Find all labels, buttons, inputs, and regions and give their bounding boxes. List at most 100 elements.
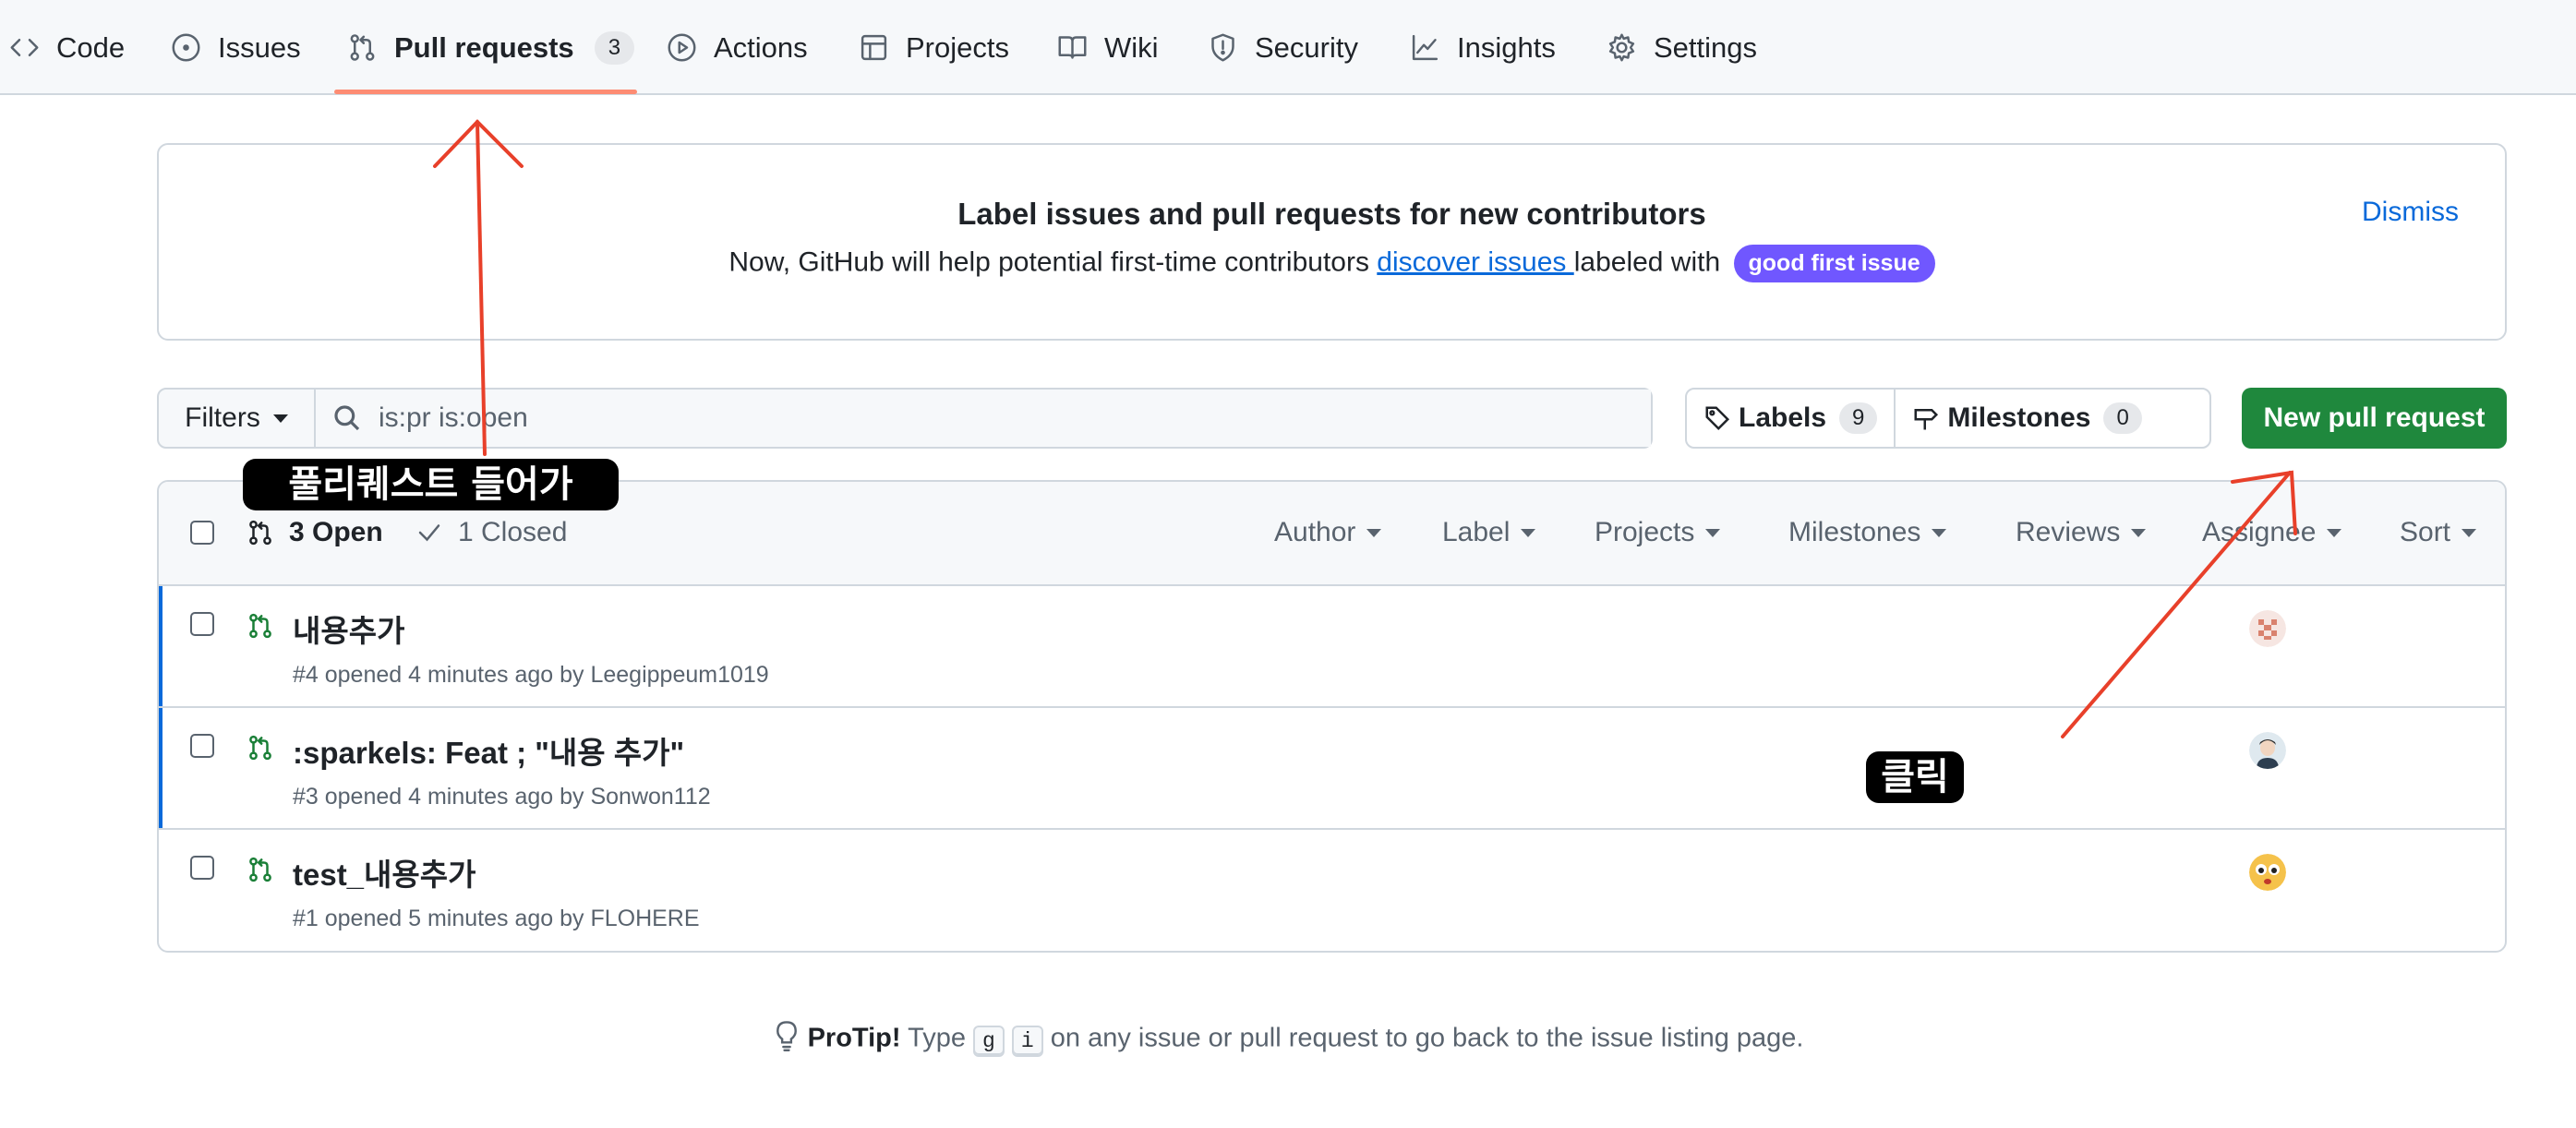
- row-checkbox[interactable]: [190, 734, 214, 758]
- protip-text-before: Type: [900, 1023, 974, 1053]
- sort-filter[interactable]: Sort: [2400, 517, 2477, 548]
- milestone-icon: [1914, 409, 1939, 430]
- chevron-down-icon: [2131, 528, 2147, 537]
- reviews-filter[interactable]: Reviews: [2016, 517, 2147, 548]
- avatar[interactable]: [2249, 854, 2286, 891]
- tab-wiki[interactable]: Wiki: [1057, 0, 1159, 95]
- tab-pull-requests-label: Pull requests: [394, 30, 574, 64]
- tab-wiki-label: Wiki: [1104, 30, 1159, 64]
- pull-request-row[interactable]: test_내용추가 #1 opened 5 minutes ago by FLO…: [159, 830, 2505, 951]
- chevron-down-icon: [2462, 528, 2477, 537]
- key-g: g: [973, 1025, 1005, 1057]
- gear-icon: [1608, 33, 1635, 62]
- discover-issues-link[interactable]: discover issues: [1377, 246, 1573, 277]
- tab-projects-label: Projects: [906, 30, 1009, 64]
- assignee-filter-label: Assignee: [2202, 517, 2317, 547]
- unread-indicator: [159, 708, 163, 828]
- tab-security-label: Security: [1255, 30, 1358, 64]
- projects-filter-label: Projects: [1595, 517, 1695, 547]
- filters-button[interactable]: Filters: [159, 390, 316, 447]
- milestones-button-label: Milestones: [1947, 402, 2091, 433]
- author-filter[interactable]: Author: [1274, 517, 1382, 548]
- author-filter-label: Author: [1274, 517, 1356, 547]
- row-checkbox[interactable]: [190, 612, 214, 636]
- search-field[interactable]: [316, 390, 1651, 447]
- tab-actions-label: Actions: [714, 30, 808, 64]
- labels-count: 9: [1839, 402, 1878, 434]
- tab-insights[interactable]: Insights: [1410, 0, 1556, 95]
- new-pull-request-button[interactable]: New pull request: [2242, 388, 2507, 449]
- filter-bar: Filters: [157, 388, 1653, 449]
- banner-title: Label issues and pull requests for new c…: [957, 197, 1706, 231]
- tab-pull-requests[interactable]: Pull requests 3: [347, 0, 635, 95]
- graph-icon: [1412, 34, 1438, 61]
- git-pull-request-icon: [249, 735, 271, 761]
- pull-request-list: 3 Open 1 Closed Author Label Projects Mi…: [157, 480, 2507, 953]
- pull-request-title[interactable]: test_내용추가: [293, 850, 475, 894]
- tab-code[interactable]: Code: [9, 0, 125, 95]
- chevron-down-icon: [1705, 528, 1721, 537]
- unread-indicator: [159, 586, 163, 706]
- issue-opened-icon: [172, 33, 200, 62]
- milestones-filter[interactable]: Milestones: [1788, 517, 1947, 548]
- good-first-issue-label[interactable]: good first issue: [1733, 245, 1935, 282]
- git-pull-request-icon: [249, 520, 271, 546]
- light-bulb-icon: [773, 1020, 800, 1059]
- play-icon: [668, 33, 696, 62]
- search-icon: [334, 405, 360, 431]
- chevron-down-icon: [1521, 528, 1536, 537]
- select-all-checkbox[interactable]: [190, 521, 214, 545]
- row-checkbox[interactable]: [190, 856, 214, 880]
- avatar[interactable]: [2249, 610, 2286, 647]
- pull-request-meta: #3 opened 4 minutes ago by Sonwon112: [293, 784, 711, 810]
- chevron-down-icon: [272, 414, 288, 423]
- check-icon: [418, 524, 440, 542]
- assignee-filter[interactable]: Assignee: [2202, 517, 2342, 548]
- pull-request-title[interactable]: :sparkels: Feat ; "내용 추가": [293, 728, 684, 773]
- projects-filter[interactable]: Projects: [1595, 517, 1721, 548]
- milestones-filter-label: Milestones: [1788, 517, 1921, 547]
- tab-issues[interactable]: Issues: [171, 0, 301, 95]
- active-tab-underline: [334, 90, 637, 94]
- open-count: 3 Open: [289, 517, 383, 547]
- dismiss-button[interactable]: Dismiss: [2362, 197, 2459, 228]
- search-input[interactable]: [379, 402, 1579, 434]
- tab-settings[interactable]: Settings: [1607, 0, 1757, 95]
- pull-request-row[interactable]: 내용추가 #4 opened 4 minutes ago by Leegippe…: [159, 586, 2505, 708]
- git-pull-request-icon: [350, 34, 375, 61]
- banner-text-after: labeled with: [1573, 246, 1728, 278]
- shield-icon: [1211, 33, 1234, 62]
- repo-nav: Code Issues Pull requests 3 Actions Proj…: [0, 0, 2576, 95]
- git-pull-request-icon: [249, 857, 271, 882]
- book-icon: [1058, 36, 1087, 59]
- pull-request-row[interactable]: :sparkels: Feat ; "내용 추가" #3 opened 4 mi…: [159, 708, 2505, 830]
- milestones-count: 0: [2103, 402, 2142, 434]
- labels-button-label: Labels: [1739, 402, 1827, 433]
- milestones-button[interactable]: Milestones 0: [1896, 390, 2158, 447]
- protip-label: ProTip!: [807, 1023, 901, 1053]
- avatar[interactable]: [2249, 732, 2286, 769]
- tab-issues-label: Issues: [218, 30, 301, 64]
- label-filter[interactable]: Label: [1442, 517, 1536, 548]
- pull-requests-count-badge: 3: [594, 30, 635, 65]
- labels-button[interactable]: Labels 9: [1687, 390, 1894, 447]
- open-filter[interactable]: 3 Open: [247, 517, 383, 548]
- pull-request-meta: #4 opened 4 minutes ago by Leegippeum101…: [293, 662, 769, 688]
- tab-projects[interactable]: Projects: [859, 0, 1009, 95]
- protip-text-after: on any issue or pull request to go back …: [1042, 1023, 1804, 1053]
- chevron-down-icon: [1932, 528, 1947, 537]
- pull-request-meta: #1 opened 5 minutes ago by FLOHERE: [293, 906, 700, 931]
- tab-code-label: Code: [56, 30, 126, 64]
- git-pull-request-icon: [249, 613, 271, 639]
- banner-text-before: Now, GitHub will help potential first-ti…: [728, 246, 1378, 278]
- chevron-down-icon: [2327, 528, 2342, 537]
- pull-request-title[interactable]: 내용추가: [293, 606, 404, 651]
- chevron-down-icon: [1366, 528, 1382, 537]
- closed-filter[interactable]: 1 Closed: [415, 517, 567, 548]
- tab-security[interactable]: Security: [1208, 0, 1358, 95]
- tab-actions[interactable]: Actions: [667, 0, 808, 95]
- tab-settings-label: Settings: [1654, 30, 1758, 64]
- tag-icon: [1705, 406, 1730, 431]
- filters-button-label: Filters: [185, 402, 260, 433]
- annotation-callout-click: 클릭: [1866, 751, 1964, 803]
